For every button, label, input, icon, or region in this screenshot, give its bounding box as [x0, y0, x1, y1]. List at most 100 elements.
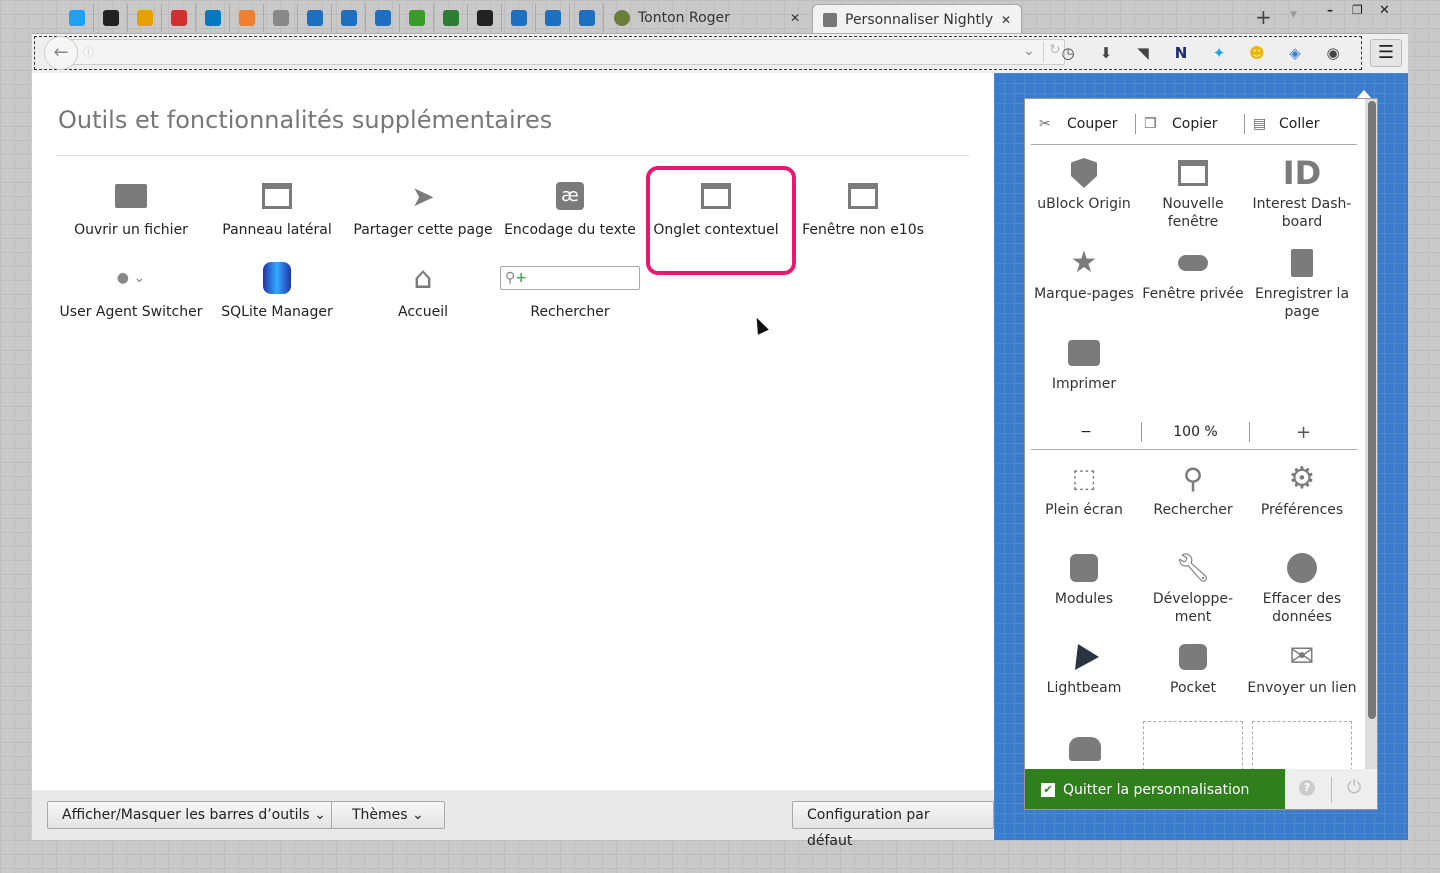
new-tab-button[interactable]: + [1255, 5, 1272, 29]
elephant-icon [544, 10, 561, 26]
panel-item[interactable]: ⚙ Préférences [1247, 461, 1357, 519]
pinned-tab[interactable] [196, 4, 230, 32]
panel-item[interactable]: ⚲ Rechercher [1138, 461, 1248, 519]
download-icon[interactable]: ⬇ [1095, 42, 1117, 64]
hamburger-menu-button[interactable]: ☰ [1370, 39, 1402, 67]
palette-item[interactable]: æ Encodage du texte [497, 178, 643, 238]
panel-item[interactable]: Pocket [1138, 639, 1248, 697]
item-label: Préférences [1260, 502, 1344, 518]
pinned-tab[interactable] [536, 4, 570, 32]
scrollbar-thumb[interactable] [1368, 101, 1376, 719]
rss-icon[interactable]: ◥ [1132, 42, 1154, 64]
panel-item[interactable]: Lightbeam [1029, 639, 1139, 697]
url-bar[interactable]: ⓘ ⌄ ↻ [52, 39, 1065, 65]
user-agent-icon: ● ⌄ [116, 270, 146, 286]
panel-item[interactable]: uBlock Origin [1029, 155, 1139, 213]
panel-item[interactable]: Effacer des données [1247, 550, 1357, 626]
palette-item[interactable]: ● ⌄ User Agent Switcher [58, 260, 204, 320]
exit-customize-button[interactable]: ✔ Quitter la personnalisation [1025, 769, 1285, 809]
pinned-tab[interactable] [570, 4, 604, 32]
pinned-tab[interactable] [264, 4, 298, 32]
pinned-tab[interactable] [128, 4, 162, 32]
zoom-reset-button[interactable]: 100 % [1142, 424, 1249, 440]
search-input[interactable]: ⚲+ [500, 266, 640, 290]
p-icon [442, 10, 459, 26]
pinned-tab[interactable] [434, 4, 468, 32]
palette-item[interactable]: Panneau latéral [204, 178, 350, 238]
close-tab-icon[interactable]: ✕ [1001, 13, 1011, 27]
panel-item[interactable]: Nouvelle fenêtre [1138, 155, 1248, 231]
item-label: Ouvrir un fichier [74, 222, 188, 238]
pinned-tab[interactable] [230, 4, 264, 32]
panel-item[interactable]: ID Interest Dash-board [1247, 155, 1357, 231]
panel-item[interactable]: ★ Marque-pages [1029, 245, 1139, 303]
pinned-tab[interactable] [162, 4, 196, 32]
mouse-cursor [751, 315, 769, 335]
elephant-icon [374, 10, 391, 26]
info-icon[interactable]: ⓘ [83, 44, 94, 60]
power-icon[interactable]: ⏻ [1347, 777, 1361, 798]
restore-defaults-button[interactable]: Configuration par défaut [792, 801, 994, 849]
button-label: Afficher/Masquer les barres d’outils [62, 807, 310, 823]
pinned-tab[interactable] [366, 4, 400, 32]
palette-item[interactable]: ⌂ Accueil [350, 260, 496, 321]
trello-icon [204, 10, 221, 26]
paste-button[interactable]: Coller [1279, 116, 1320, 132]
pinned-tab[interactable] [298, 4, 332, 32]
tab-list-icon[interactable]: ▼ [1290, 10, 1297, 20]
item-label: Panneau latéral [222, 222, 332, 238]
copy-button[interactable]: Copier [1166, 116, 1244, 132]
close-tab-icon[interactable]: ✕ [790, 11, 800, 25]
customize-palette: Outils et fonctionnalités supplémentaire… [32, 73, 994, 790]
note-icon[interactable]: N [1170, 42, 1192, 64]
tab-favicon [614, 10, 630, 26]
minimize-button[interactable]: – [1327, 3, 1333, 17]
item-label: uBlock Origin [1037, 196, 1131, 212]
pinned-tab[interactable] [60, 4, 94, 32]
tab-personnaliser[interactable]: Personnaliser Nightly ✕ [812, 4, 1022, 34]
cut-button[interactable]: Couper [1061, 116, 1135, 132]
diamond-icon[interactable]: ◈ [1284, 42, 1306, 64]
palette-item[interactable]: Fenêtre non e10s [790, 178, 936, 238]
new-window-icon [1178, 160, 1208, 186]
palette-item[interactable]: SQLite Manager [204, 260, 350, 320]
panel-item[interactable]: Enregistrer la page [1247, 245, 1357, 321]
zoom-in-button[interactable]: + [1250, 422, 1357, 443]
panel-item[interactable]: ✉ Envoyer un lien [1247, 639, 1357, 697]
email-icon: ✉ [1289, 639, 1315, 674]
smiley-icon[interactable]: ☻ [1246, 42, 1268, 64]
pinned-tab[interactable] [332, 4, 366, 32]
zoom-out-button[interactable]: − [1031, 424, 1141, 440]
pinned-tab[interactable] [502, 4, 536, 32]
pinned-tab[interactable] [94, 4, 128, 32]
twitter-icon[interactable]: ✦ [1208, 42, 1230, 64]
text-encoding-icon: æ [556, 182, 584, 210]
star-icon: ★ [1070, 245, 1098, 280]
history-icon[interactable]: ◷ [1057, 42, 1079, 64]
sidebar-icon [262, 183, 292, 209]
panel-item[interactable]: Fenêtre privée [1138, 245, 1248, 303]
pinned-tab[interactable] [400, 4, 434, 32]
toggle-toolbars-button[interactable]: Afficher/Masquer les barres d’outils ⌄ [47, 801, 341, 829]
color-picker-icon[interactable]: ◉ [1322, 42, 1344, 64]
panel-scrollbar[interactable] [1365, 99, 1377, 769]
item-label: Effacer des données [1262, 591, 1342, 625]
chevron-down-icon[interactable]: ⌄ [1023, 43, 1035, 59]
tab-title: Tonton Roger [638, 10, 730, 26]
panel-item[interactable]: Modules [1029, 550, 1139, 608]
panel-item[interactable]: ⬚ Plein écran [1029, 461, 1139, 519]
back-button[interactable]: ← [44, 36, 78, 70]
close-window-button[interactable]: ✕ [1379, 3, 1390, 18]
palette-item[interactable]: Ouvrir un fichier [58, 178, 204, 238]
pinned-tab[interactable] [468, 4, 502, 32]
panel-item[interactable]: 🔧︎ Développe-ment [1138, 550, 1248, 626]
tab-tonton-roger[interactable]: Tonton Roger ✕ [604, 4, 810, 32]
panel-item[interactable]: Imprimer [1029, 335, 1139, 393]
maximize-button[interactable]: ❐ [1352, 3, 1363, 17]
palette-item[interactable]: ➤ Partager cette page [350, 178, 496, 239]
item-label: Marque-pages [1034, 286, 1134, 302]
themes-button[interactable]: Thèmes ⌄ [331, 801, 445, 829]
help-icon[interactable]: ? [1299, 780, 1315, 796]
palette-item[interactable]: ⚲+ Rechercher [497, 260, 643, 320]
photo-icon [136, 10, 153, 26]
